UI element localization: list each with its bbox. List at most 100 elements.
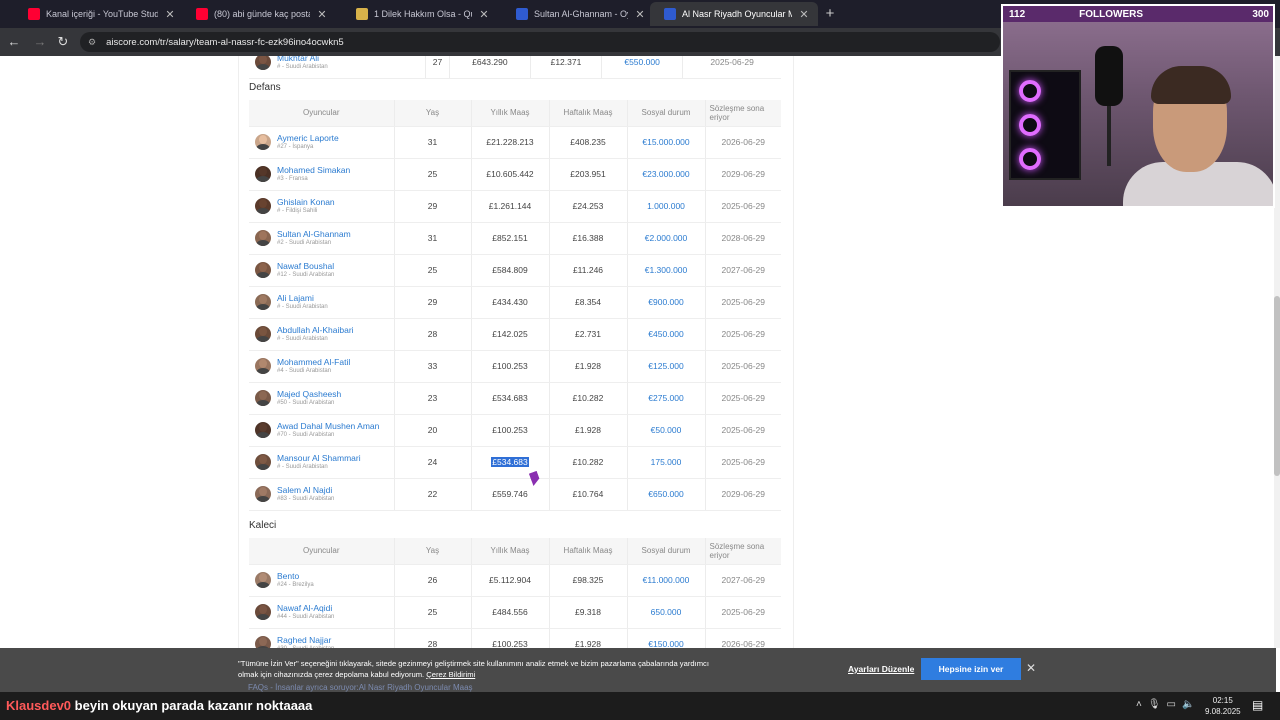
player-name-link[interactable]: Bento: [277, 571, 314, 581]
age-cell: 22: [394, 478, 472, 511]
player-cell: Mohammed Al-Fatil #4 - Suudi Arabistan: [249, 350, 395, 383]
player-name-link[interactable]: Nawaf Boushal: [277, 261, 334, 271]
yearly-salary-cell: £100.253: [471, 414, 550, 447]
header-player: Oyuncular: [249, 538, 395, 565]
player-avatar[interactable]: [255, 636, 271, 648]
close-icon[interactable]: ✕: [316, 8, 328, 21]
player-number-country: #2 - Suudi Arabistan: [277, 240, 332, 246]
player-avatar[interactable]: [255, 486, 271, 502]
close-icon[interactable]: ✕: [1024, 661, 1038, 675]
microphone-icon[interactable]: 🎙: [1148, 699, 1161, 710]
player-avatar[interactable]: [255, 358, 271, 374]
header-contract-end: Sözleşme sona eriyor: [705, 538, 781, 565]
player-number-country: # - Suudi Arabistan: [277, 464, 328, 470]
player-avatar[interactable]: [255, 604, 271, 620]
salary-container: Mukhtar Ali # - Suudi Arabistan 27 £643.290…: [238, 56, 794, 648]
tab-quizei[interactable]: 1 Dilek Hakkım Olsa - Quizei ✕: [328, 2, 498, 26]
table-row: Sultan Al-Ghannam #2 - Suudi Arabistan 31 £…: [249, 222, 781, 255]
player-avatar[interactable]: [255, 134, 271, 150]
player-avatar[interactable]: [255, 572, 271, 588]
network-icon[interactable]: ▭: [1167, 699, 1176, 710]
followers-goal-bar: 112 FOLLOWERS 300: [1003, 6, 1273, 22]
social-status-cell: €450.000: [627, 318, 706, 351]
forward-icon[interactable]: →: [32, 34, 48, 50]
social-status-cell: €11.000.000: [627, 564, 706, 597]
player-avatar[interactable]: [255, 166, 271, 182]
volume-icon[interactable]: 🔈: [1182, 699, 1194, 710]
player-name-link[interactable]: Aymeric Laporte: [277, 133, 339, 143]
close-icon[interactable]: ✕: [634, 8, 646, 21]
player-cell: Ali Lajami # - Suudi Arabistan: [249, 286, 395, 319]
contract-end-cell: 2028-06-29: [705, 222, 781, 255]
chevron-up-icon[interactable]: ˄: [1136, 699, 1142, 710]
age-cell: 29: [394, 286, 472, 319]
notifications-icon[interactable]: ▤: [1252, 698, 1263, 712]
contract-end-cell: 2027-06-29: [705, 254, 781, 287]
player-name-link[interactable]: Mukhtar Ali: [277, 56, 328, 63]
cookie-settings-button[interactable]: Ayarları Düzenle: [848, 664, 914, 674]
salary-table-defans: Oyuncular Yaş Yıllık Maaş Haftalık Maaş Sosy…: [249, 100, 781, 511]
player-name-link[interactable]: Mohammed Al-Fatil: [277, 357, 350, 367]
player-name-link[interactable]: Mansour Al Shammari: [277, 453, 361, 463]
youtube-icon: [196, 8, 208, 20]
player-avatar[interactable]: [255, 198, 271, 214]
player-avatar[interactable]: [255, 422, 271, 438]
reload-icon[interactable]: ↻: [55, 34, 71, 50]
player-avatar[interactable]: [255, 262, 271, 278]
player-avatar[interactable]: [255, 56, 271, 70]
player-number-country: # - Suudi Arabistan: [277, 336, 328, 342]
player-name-link[interactable]: Ali Lajami: [277, 293, 328, 303]
player-name-link[interactable]: Mohamed Simakan: [277, 165, 350, 175]
fan-icon: [1019, 148, 1041, 170]
player-avatar[interactable]: [255, 454, 271, 470]
player-avatar[interactable]: [255, 230, 271, 246]
previous-section-table: Mukhtar Ali # - Suudi Arabistan 27 £643.290…: [249, 56, 781, 79]
player-cell: Salem Al Najdi #83 - Suudi Arabistan: [249, 478, 395, 511]
player-avatar[interactable]: [255, 326, 271, 342]
age-cell: 24: [394, 446, 472, 479]
player-avatar[interactable]: [255, 390, 271, 406]
social-status-cell: €1.300.000: [627, 254, 706, 287]
tab-al-nasr-salaries[interactable]: Al Nasr Riyadh Oyuncular Maaş ✕: [650, 2, 818, 26]
url-field[interactable]: ⚙ aiscore.com/tr/salary/team-al-nassr-fc…: [80, 32, 1000, 52]
player-name-link[interactable]: Nawaf Al-Aqidi: [277, 603, 334, 613]
player-name-link[interactable]: Sultan Al-Ghannam: [277, 229, 351, 239]
tab-sultan-al-ghannam[interactable]: Sultan Al-Ghannam - Oyuncu p ✕: [488, 2, 654, 26]
close-icon[interactable]: ✕: [798, 8, 810, 21]
player-name-link[interactable]: Abdullah Al-Khaibari: [277, 325, 354, 335]
player-number-country: #50 - Suudi Arabistan: [277, 400, 335, 406]
player-name-link[interactable]: Awad Dahal Mushen Aman: [277, 421, 379, 431]
microphone-arm: [1107, 106, 1111, 166]
tab-youtube-studio[interactable]: Kanal içeriği - YouTube Studio ✕: [0, 2, 184, 26]
player-avatar[interactable]: [255, 294, 271, 310]
player-name-link[interactable]: Ghislain Konan: [277, 197, 335, 207]
tab-youtube-video[interactable]: (80) abi günde kaç posta atıyo ✕: [168, 2, 336, 26]
accept-all-button[interactable]: Hepsine izin ver: [921, 658, 1021, 680]
contract-end-cell: 2025-06-29: [705, 414, 781, 447]
yearly-salary-cell: £142.025: [471, 318, 550, 351]
system-clock[interactable]: 02:15 9.08.2025: [1205, 695, 1241, 717]
table-row: Nawaf Al-Aqidi #44 - Suudi Arabistan 25 £48…: [249, 596, 781, 629]
selected-text[interactable]: £534.683: [491, 457, 529, 467]
player-name-link[interactable]: Salem Al Najdi: [277, 485, 334, 495]
player-cell: Sultan Al-Ghannam #2 - Suudi Arabistan: [249, 222, 395, 255]
faq-link[interactable]: FAQs - İnsanlar ayrıca soruyor:Al Nasr R…: [248, 683, 473, 692]
new-tab-button[interactable]: +: [822, 5, 838, 22]
back-icon[interactable]: ←: [6, 34, 22, 50]
header-player: Oyuncular: [249, 100, 395, 127]
player-name-link[interactable]: Majed Qasheesh: [277, 389, 341, 399]
player-cell: Nawaf Boushal #12 - Suudi Arabistan: [249, 254, 395, 287]
scrollbar-thumb[interactable]: [1274, 296, 1280, 476]
followers-goal: 300: [1252, 8, 1269, 20]
site-info-icon[interactable]: ⚙: [88, 37, 96, 48]
social-status-cell: €23.000.000: [627, 158, 706, 191]
streamer-hair: [1151, 66, 1231, 104]
player-number-country: # - Fildişi Sahili: [277, 208, 318, 214]
chat-ticker: Klausdev0 beyin okuyan parada kazanır no…: [6, 698, 312, 713]
contract-end-cell: 2029-06-29: [705, 158, 781, 191]
player-number-country: #24 - Brezilya: [277, 582, 314, 588]
player-name-link[interactable]: Raghed Najjar: [277, 635, 334, 645]
youtube-studio-icon: [28, 8, 40, 20]
cookie-notice-link[interactable]: Çerez Bildirimi: [426, 670, 475, 679]
yearly-salary-cell: £10.605.442: [471, 158, 550, 191]
